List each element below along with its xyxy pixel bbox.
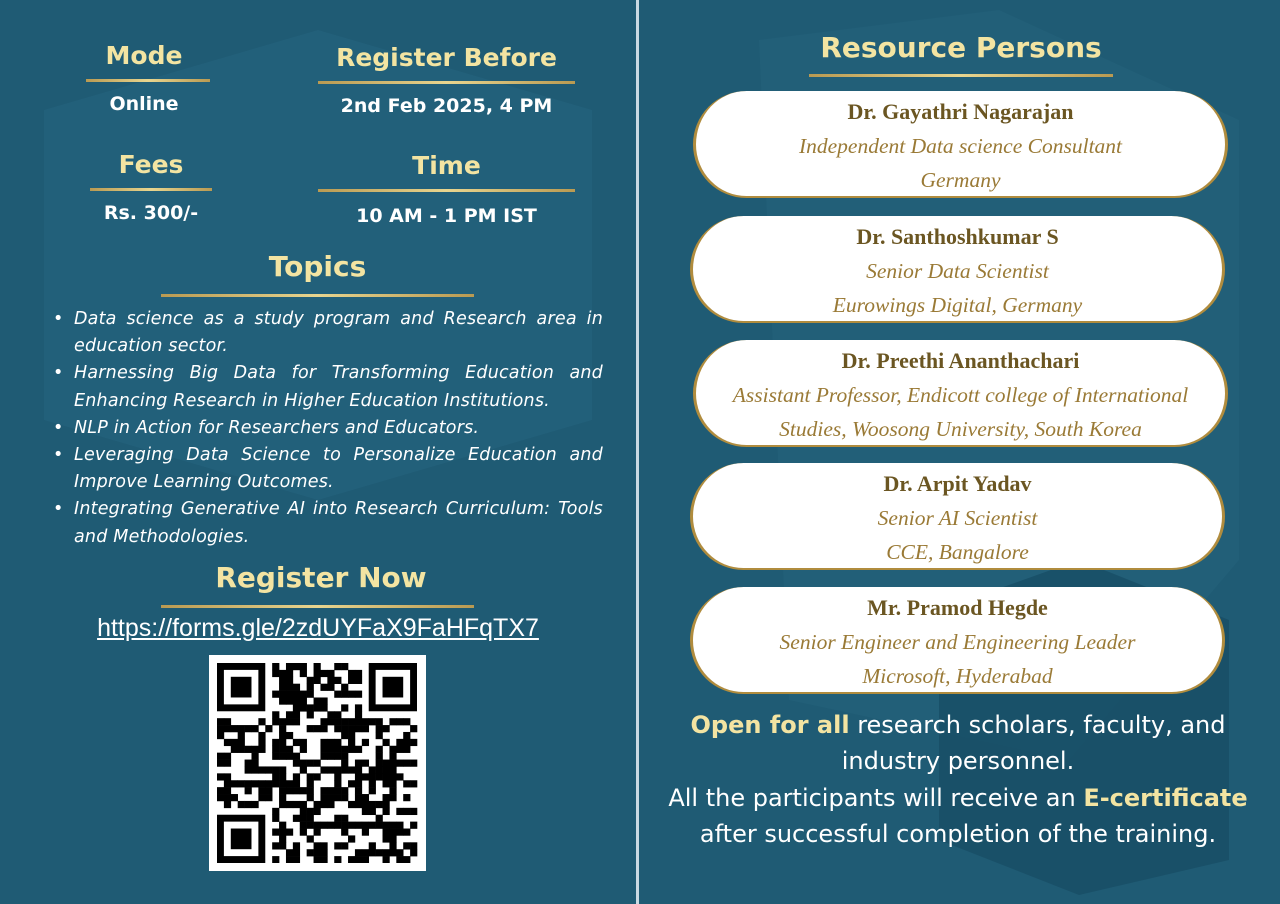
left-panel: Mode Online Register Before 2nd Feb 2025… — [0, 0, 636, 904]
resource-person-card: Dr. Gayathri Nagarajan Independent Data … — [693, 91, 1228, 198]
topic-item: Harnessing Big Data for Transforming Edu… — [50, 360, 603, 414]
resource-person-card: Mr. Pramod Hegde Senior Engineer and Eng… — [690, 587, 1225, 694]
person-name: Dr. Santhoshkumar S — [856, 224, 1059, 249]
topic-item: Leveraging Data Science to Personalize E… — [50, 442, 603, 496]
register-before-label: Register Before — [336, 43, 557, 72]
person-role: Independent Data science Consultant — [798, 134, 1123, 158]
mode-rule — [86, 79, 210, 82]
topic-item: NLP in Action for Researchers and Educat… — [50, 415, 603, 442]
register-now-rule — [161, 605, 474, 608]
person-role: Senior Data Scientist — [866, 259, 1049, 283]
register-now-title: Register Now — [215, 561, 427, 594]
time-rule — [318, 189, 575, 192]
person-name: Mr. Pramod Hegde — [867, 595, 1048, 620]
certificate-text: All the participants will receive an E-c… — [656, 780, 1260, 816]
person-affiliation: Germany — [920, 168, 1001, 192]
resource-person-card: Dr. Arpit Yadav Senior AI Scientist CCE,… — [690, 463, 1225, 570]
person-name: Dr. Arpit Yadav — [883, 471, 1032, 496]
topics-list: Data science as a study program and Rese… — [50, 306, 603, 551]
person-role: Senior Engineer and Engineering Leader — [779, 630, 1136, 654]
person-role: Senior AI Scientist — [877, 506, 1038, 530]
fees-rule — [90, 188, 212, 191]
eligibility-rest: research scholars, faculty, and — [849, 711, 1226, 739]
topic-item: Data science as a study program and Rese… — [50, 306, 603, 360]
qr-code — [209, 655, 426, 871]
certificate-text-line2: after successful completion of the train… — [699, 820, 1217, 848]
resource-person-card: Dr. Preethi Ananthachari Assistant Profe… — [693, 340, 1228, 447]
registration-link[interactable]: https://forms.gle/2zdUYFaX9FaHFqTX7 — [0, 614, 636, 643]
register-before-rule — [318, 81, 575, 84]
eligibility-text-line2: industry personnel. — [841, 747, 1075, 775]
time-label: Time — [412, 151, 481, 180]
mode-value: Online — [109, 93, 179, 115]
fees-value: Rs. 300/- — [103, 202, 199, 224]
eligibility-text: Open for all research scholars, faculty,… — [656, 707, 1260, 743]
mode-label: Mode — [105, 41, 183, 70]
fees-label: Fees — [118, 150, 184, 179]
resource-person-card: Dr. Santhoshkumar S Senior Data Scientis… — [690, 216, 1225, 323]
e-certificate-highlight: E-certificate — [1083, 784, 1248, 812]
person-affiliation: Eurowings Digital, Germany — [832, 293, 1083, 317]
person-affiliation: CCE, Bangalore — [886, 540, 1029, 564]
certificate-pre: All the participants will receive an — [668, 784, 1084, 812]
resource-persons-title: Resource Persons — [820, 31, 1102, 64]
register-before-value: 2nd Feb 2025, 4 PM — [340, 95, 553, 117]
topics-rule — [161, 294, 474, 297]
person-name: Dr. Preethi Ananthachari — [841, 348, 1080, 373]
person-affiliation: Studies, Woosong University, South Korea — [779, 417, 1142, 441]
person-role: Assistant Professor, Endicott college of… — [732, 383, 1189, 407]
qr-code-image — [217, 663, 418, 863]
person-affiliation: Microsoft, Hyderabad — [862, 664, 1053, 688]
person-name: Dr. Gayathri Nagarajan — [847, 99, 1074, 124]
resource-persons-rule — [809, 74, 1113, 77]
topics-title: Topics — [268, 250, 367, 283]
open-for-all-highlight: Open for all — [690, 711, 850, 739]
topic-item: Integrating Generative AI into Research … — [50, 496, 603, 550]
time-value: 10 AM - 1 PM IST — [356, 205, 537, 227]
